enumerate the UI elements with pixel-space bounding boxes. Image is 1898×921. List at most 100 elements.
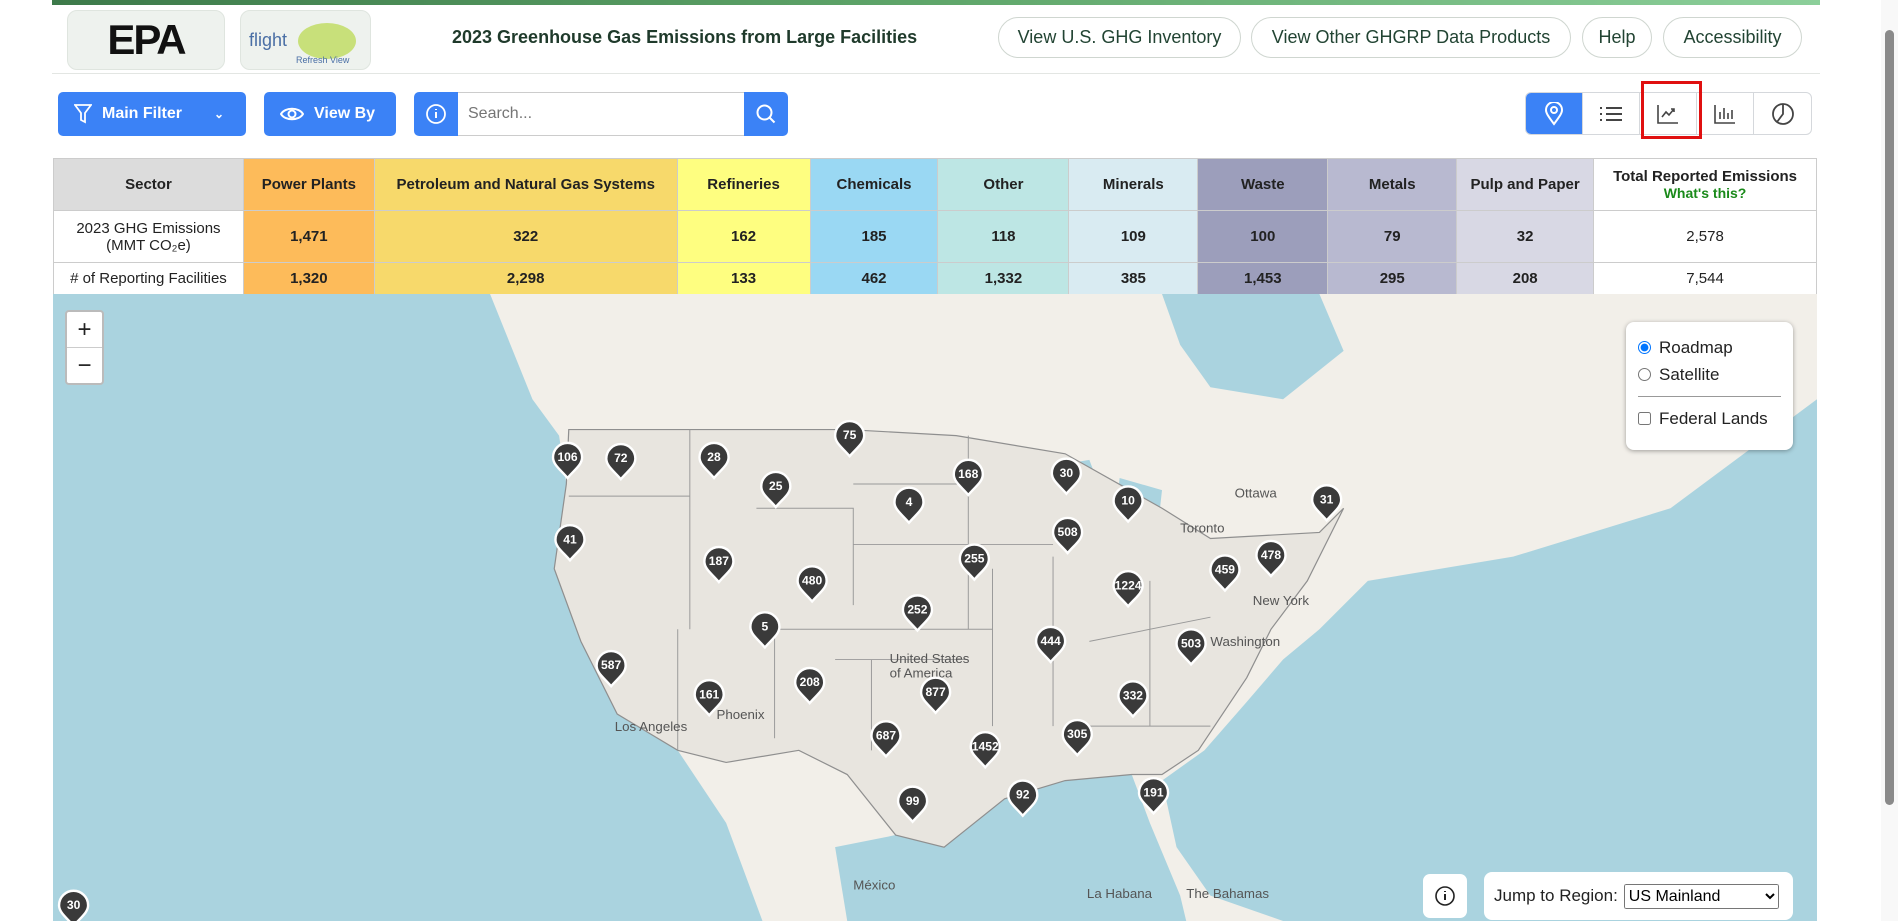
header-divider (52, 73, 1820, 74)
pie-chart-icon (1771, 102, 1794, 125)
list-view-button[interactable] (1583, 93, 1640, 134)
ghg-inventory-link[interactable]: View U.S. GHG Inventory (998, 17, 1241, 58)
column-header: Waste (1197, 158, 1329, 211)
emissions-cell: 109 (1068, 210, 1199, 263)
marker-count: 1452 (972, 739, 999, 753)
list-icon (1600, 106, 1622, 121)
other-data-products-link[interactable]: View Other GHGRP Data Products (1251, 17, 1571, 58)
map-canvas[interactable]: Ottawa Toronto New York Washington United St… (53, 294, 1817, 921)
federal-lands-checkbox[interactable] (1638, 412, 1651, 425)
place-label: New York (1253, 593, 1310, 608)
marker-count: 459 (1215, 563, 1235, 577)
help-link[interactable]: Help (1582, 17, 1652, 58)
emissions-cell: 79 (1327, 210, 1458, 263)
row-label-facilities: # of Reporting Facilities (53, 262, 244, 295)
column-header: Sector (53, 158, 244, 211)
marker-count: 30 (1060, 466, 1074, 480)
chevron-down-icon: ⌄ (214, 107, 225, 121)
facilities-cell: 1,320 (242, 262, 375, 295)
marker-count: 480 (802, 574, 822, 588)
scrollbar-thumb[interactable] (1885, 30, 1894, 805)
search-icon[interactable] (744, 92, 788, 136)
marker-count: 305 (1067, 727, 1087, 741)
place-label: México (853, 878, 895, 893)
federal-lands-option[interactable]: Federal Lands (1638, 405, 1781, 432)
bar-chart-view-button[interactable] (1697, 93, 1754, 134)
page-scrollbar[interactable] (1881, 0, 1898, 921)
facilities-cell: 1,332 (937, 262, 1070, 295)
search-input[interactable] (458, 92, 744, 136)
zoom-out-button[interactable]: − (67, 348, 102, 384)
marker-count: 508 (1057, 525, 1077, 539)
marker-count: 877 (926, 685, 946, 699)
bird-icon (298, 23, 356, 59)
marker-count: 75 (843, 428, 857, 442)
marker-count: 1224 (1115, 578, 1142, 592)
facilities-cell: 1,453 (1197, 262, 1329, 295)
satellite-radio[interactable] (1638, 368, 1651, 381)
column-header: Metals (1327, 158, 1458, 211)
filter-icon (74, 104, 92, 124)
map-view-button[interactable] (1526, 93, 1583, 134)
map-info-button[interactable] (1423, 874, 1467, 918)
marker-count: 25 (769, 479, 783, 493)
accessibility-link[interactable]: Accessibility (1663, 17, 1802, 58)
zoom-in-button[interactable]: + (67, 312, 102, 348)
bar-chart-icon (1714, 104, 1735, 124)
main-filter-button[interactable]: Main Filter ⌄ (58, 92, 246, 136)
epa-logo[interactable]: EPA (67, 10, 225, 70)
top-accent-bar (52, 0, 1820, 5)
place-label: Toronto (1180, 520, 1224, 535)
facilities-cell: 2,298 (373, 262, 678, 295)
flight-logo[interactable]: flight Refresh View (240, 10, 371, 70)
marker-count: 106 (557, 450, 577, 464)
info-icon[interactable] (414, 92, 458, 136)
sector-summary-table: Sector Power Plants Petroleum and Natural … (53, 158, 1817, 295)
column-header: Petroleum and Natural Gas Systems (373, 158, 678, 211)
facilities-cell: 133 (676, 262, 811, 295)
column-header: Refineries (676, 158, 811, 211)
roadmap-option[interactable]: Roadmap (1638, 334, 1781, 361)
facilities-cell: 385 (1068, 262, 1199, 295)
pie-chart-view-button[interactable] (1754, 93, 1811, 134)
view-by-button[interactable]: View By (264, 92, 396, 136)
marker-count: 687 (876, 728, 896, 742)
emissions-cell: 118 (937, 210, 1070, 263)
region-select[interactable]: US Mainland (1623, 883, 1779, 909)
marker-count: 5 (762, 619, 769, 633)
marker-count: 191 (1143, 785, 1163, 799)
info-icon (1435, 886, 1455, 906)
place-label: Phoenix (716, 707, 764, 722)
marker-count: 252 (907, 603, 927, 617)
page-title: 2023 Greenhouse Gas Emissions from Large… (452, 27, 918, 47)
emissions-cell: 185 (809, 210, 939, 263)
marker-count: 168 (958, 467, 978, 481)
zoom-control: + − (65, 310, 104, 385)
marker-count: 503 (1181, 636, 1201, 650)
emissions-cell: 1,471 (242, 210, 375, 263)
marker-count: 161 (699, 687, 719, 701)
eye-icon (280, 107, 304, 121)
marker-count: 208 (800, 675, 820, 689)
roadmap-radio[interactable] (1638, 341, 1651, 354)
marker-count: 187 (709, 554, 729, 568)
marker-count: 10 (1121, 494, 1135, 508)
place-label: Washington (1210, 634, 1280, 649)
facility-map[interactable]: Ottawa Toronto New York Washington United St… (53, 294, 1817, 921)
map-pin-icon (1544, 101, 1564, 126)
place-label: Ottawa (1235, 485, 1278, 500)
facilities-cell: 7,544 (1593, 262, 1817, 295)
layer-control: Roadmap Satellite Federal Lands (1626, 322, 1793, 450)
emissions-cell: 322 (373, 210, 678, 263)
column-header: Power Plants (242, 158, 375, 211)
marker-count: 72 (614, 451, 628, 465)
satellite-option[interactable]: Satellite (1638, 361, 1781, 388)
place-label: United States (890, 651, 970, 666)
facility-cluster-marker[interactable]: 30 (57, 889, 90, 921)
column-header: Other (937, 158, 1070, 211)
whats-this-link[interactable]: What's this? (1594, 185, 1816, 201)
column-header: Minerals (1068, 158, 1199, 211)
marker-count: 587 (601, 658, 621, 672)
place-label: Los Angeles (615, 719, 688, 734)
marker-count: 255 (964, 552, 984, 566)
